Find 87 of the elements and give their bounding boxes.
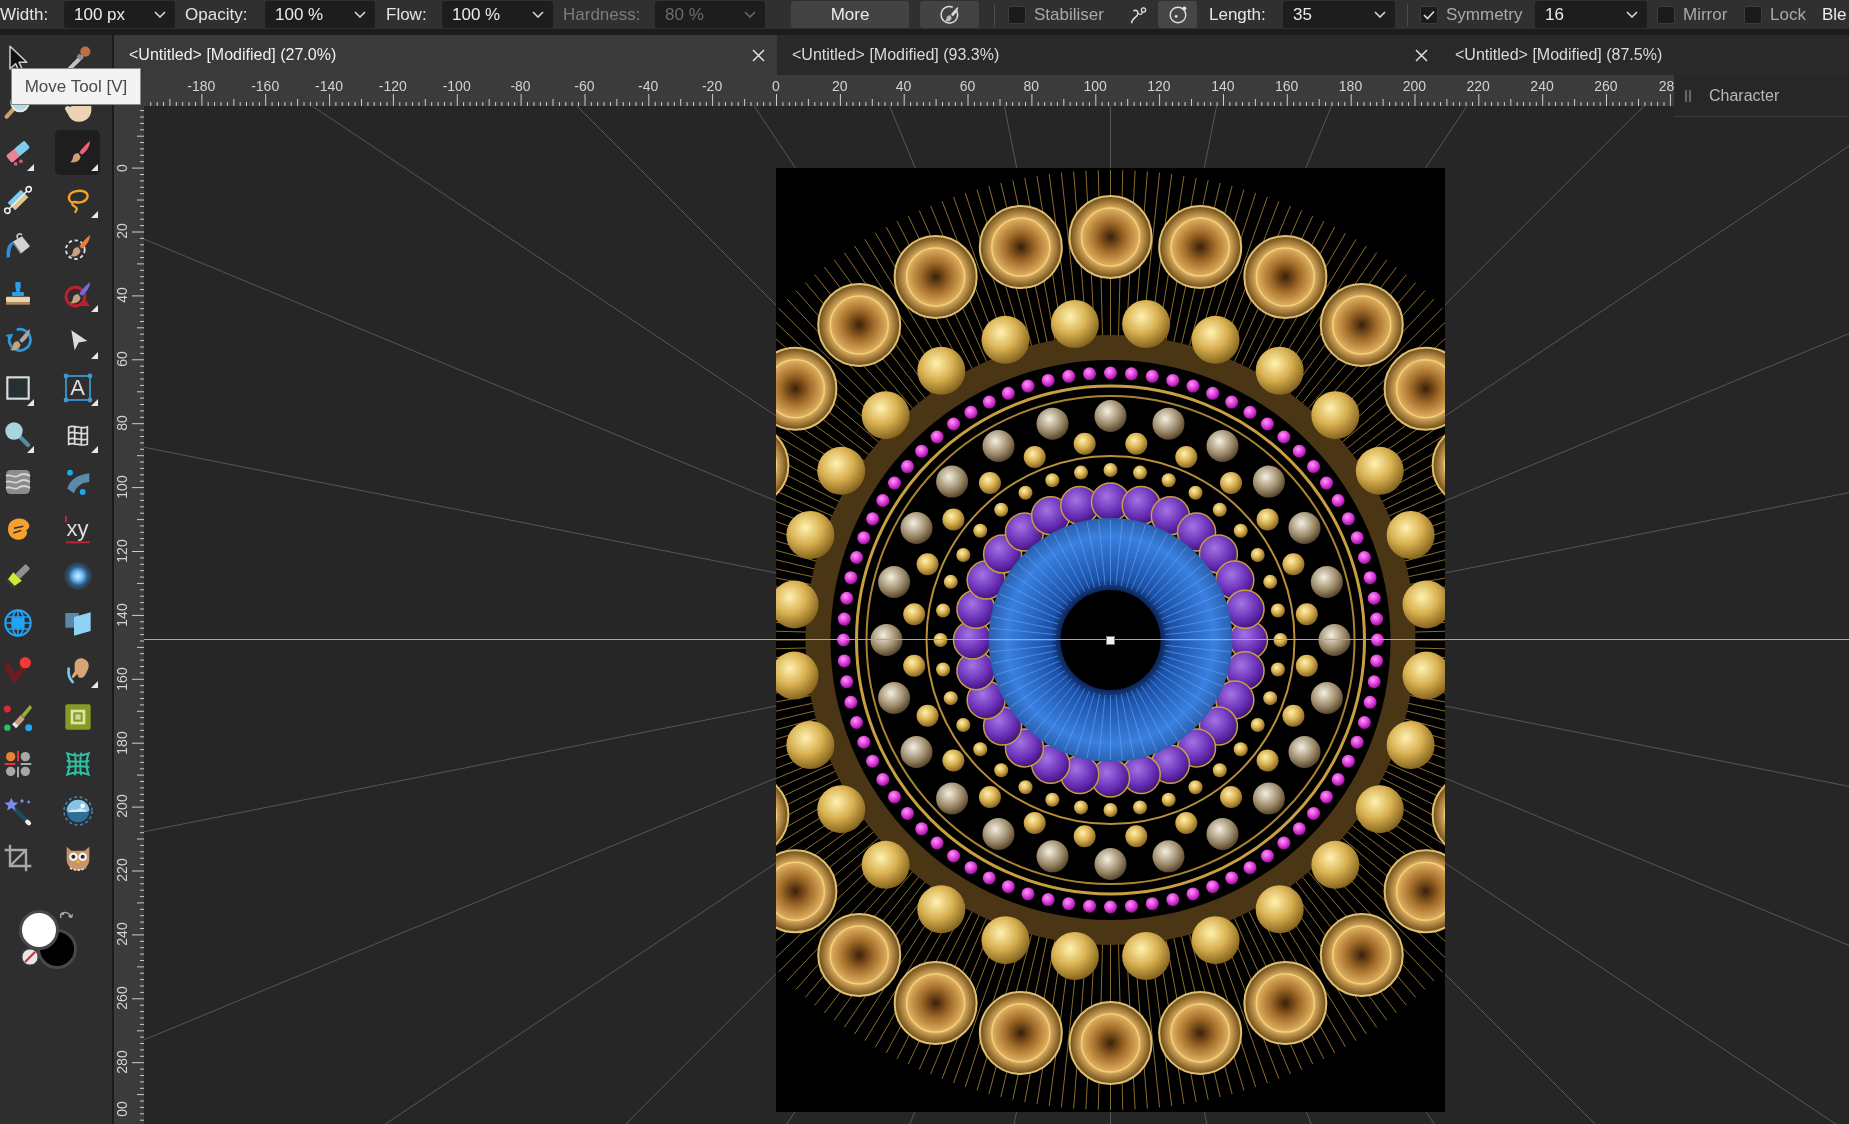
field-label: Opacity: [185, 3, 249, 26]
close-icon[interactable] [752, 48, 765, 62]
checkbox[interactable] [1744, 5, 1762, 24]
field-label: Width: [0, 3, 50, 26]
chevron-down-icon [354, 11, 366, 18]
ruler-label: 160 [1274, 78, 1299, 94]
ruler-label: 80 [115, 415, 129, 431]
ruler-label: 180 [1338, 78, 1363, 94]
ruler-label: 260 [1594, 78, 1618, 94]
grip-icon[interactable] [1684, 88, 1692, 103]
ruler-label: 220 [1466, 78, 1490, 94]
checkbox[interactable] [1657, 5, 1675, 24]
no-color-icon[interactable] [21, 948, 39, 966]
glowing-orb-icon [61, 559, 94, 592]
circled-brush-icon [938, 3, 961, 26]
ruler-label: 240 [115, 922, 129, 946]
ruler-label: -120 [378, 78, 407, 94]
tool-button[interactable]: A [55, 365, 100, 410]
ruler-label: -40 [638, 78, 659, 94]
ruler-label: 120 [1147, 78, 1171, 94]
ruler-label: 140 [1211, 78, 1235, 94]
ruler-label: 60 [959, 78, 976, 94]
tool-button[interactable]: xy [55, 506, 100, 551]
checkbox-label: Lock [1770, 3, 1807, 26]
ruler-label: 220 [115, 858, 129, 882]
ruler-label: 180 [115, 730, 129, 755]
ruler-label: 20 [831, 78, 848, 94]
value-dropdown[interactable]: 100 px [64, 1, 175, 28]
field-label: Flow: [386, 3, 428, 26]
ruler-label: 40 [895, 78, 912, 94]
truncated-label: Ble [1822, 3, 1847, 26]
ruler-label: 240 [1530, 78, 1554, 94]
text-frame-icon [61, 371, 94, 404]
checkbox-label: Symmetry [1446, 3, 1524, 26]
ruler-label: 120 [115, 539, 129, 563]
ruler-label: 40 [115, 287, 129, 304]
ruler-label: -140 [315, 78, 343, 94]
ruler-label: -20 [701, 78, 723, 94]
hand-icon [63, 105, 92, 122]
checkmark-icon [1423, 9, 1435, 20]
chevron-down-icon [532, 11, 544, 18]
ruler-label: 28 [1658, 78, 1674, 94]
field-label: Length: [1209, 3, 1267, 26]
chevron-down-icon [1626, 11, 1638, 18]
chevron-down-icon [1374, 11, 1386, 18]
ruler-label: 100 [1083, 78, 1107, 94]
value-dropdown[interactable]: 100 % [442, 1, 553, 28]
ruler-label: -160 [251, 78, 280, 94]
value-dropdown[interactable]: 35 [1283, 1, 1395, 28]
ruler-label: 280 [115, 1050, 129, 1074]
checkbox[interactable] [1420, 5, 1438, 24]
more-button[interactable]: More [791, 1, 909, 28]
symmetry-center-handle[interactable] [1106, 635, 1115, 645]
checkbox-label: Mirror [1683, 3, 1729, 26]
value-dropdown[interactable]: 16 [1535, 1, 1647, 28]
ruler-label: -100 [442, 78, 471, 94]
stabiliser-mode-button[interactable] [1158, 1, 1197, 28]
ruler-label: -80 [510, 78, 531, 94]
ruler-label: 160 [115, 667, 129, 691]
checkbox[interactable] [1008, 5, 1026, 24]
circled-brush-button[interactable] [920, 1, 979, 28]
tooltip: Move Tool [V] [11, 68, 141, 105]
ruler-label: 0 [115, 163, 129, 172]
ruler-label: 00 [115, 1101, 129, 1117]
chevron-down-icon [744, 11, 756, 18]
close-icon[interactable] [1415, 48, 1428, 62]
ruler-label: 80 [1023, 78, 1040, 94]
ruler-label: 0 [772, 78, 780, 94]
ruler-label: 200 [1402, 78, 1426, 94]
value-dropdown[interactable]: 100 % [265, 1, 375, 28]
panel-title[interactable]: Character [1709, 83, 1780, 108]
ruler-label: 200 [115, 794, 129, 819]
document-tab[interactable]: <Untitled> [Modified] (27.0%) [114, 35, 777, 75]
ruler-label: -60 [574, 78, 595, 94]
ruler-label: 60 [115, 351, 129, 367]
tool-button[interactable] [55, 130, 100, 175]
field-label: Hardness: [563, 3, 642, 26]
round-photo-icon [61, 794, 94, 827]
wireframe-globe-icon [2, 606, 34, 639]
ruler-label: 20 [115, 223, 129, 240]
chevron-down-icon [154, 11, 166, 18]
checkbox-label: Stabiliser [1034, 3, 1105, 26]
primary-color-swatch[interactable] [19, 910, 59, 950]
ruler-label: 140 [115, 603, 129, 627]
ruler-label: -180 [187, 78, 216, 94]
ruler-label: 260 [115, 986, 129, 1010]
ruler-label: 100 [115, 475, 129, 499]
